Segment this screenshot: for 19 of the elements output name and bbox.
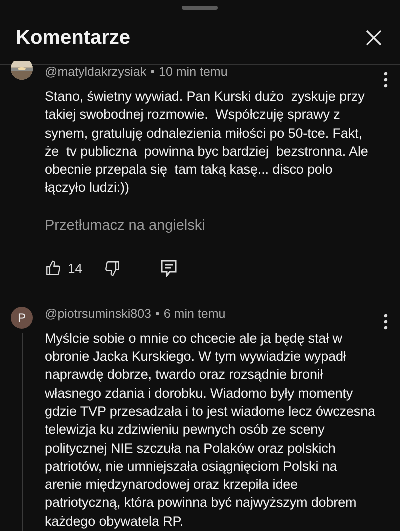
translate-link[interactable]: Przetłumacz na angielski <box>45 218 206 234</box>
comment-text: Myślcie sobie o mnie co chcecie ale ja będę stał w obronie Jacka Kurskiego. W tym wywiadzie wypadł naprawdę dobrze, twardo oraz rozsądnie bronił własnego zdania i dorobku. Wiadomo były momenty gdzie TVP przesadzała i to jest wiadome lecz ówczesna telewizja ku zdziwieniu pewnych osób ze sceny politycznej NIE szczuła na Polaków oraz polskich patriotów, nie umniejszała osiągnięciom Polski na arenie międzynarodowej oraz krzepiła idee patriotyczną, która powinna być najwyższym dobrem każdego obywatela RP. <box>45 330 376 531</box>
like-button[interactable]: 14 <box>45 260 82 277</box>
comment-time: 6 min temu <box>164 306 226 321</box>
more-menu-icon[interactable] <box>384 72 388 88</box>
more-menu-icon[interactable] <box>384 314 388 330</box>
avatar: P <box>11 306 33 329</box>
comment-author[interactable]: @piotrsuminski803 <box>45 306 152 321</box>
comment-time: 10 min temu <box>159 64 228 79</box>
dislike-button[interactable] <box>104 260 122 277</box>
drag-handle[interactable] <box>182 6 218 10</box>
comment-text: Stano, świetny wywiad. Pan Kurski dużo zyskuje przy takiej swobodnej rozmowie. Współczuję sprawy z synem, gratuluję odnalezienia miłości po 50-tce. Fakt, że tv publiczna powinna byc bardziej bezstronna. Ale obecnie przepala się tam taką kasę... disco polo łączyło ludzi:)) <box>45 88 370 198</box>
reply-button[interactable] <box>161 260 178 277</box>
separator-dot: • <box>150 64 155 79</box>
sheet-title: Komentarze <box>16 26 130 50</box>
separator-dot: • <box>155 306 160 321</box>
close-button[interactable] <box>364 28 384 48</box>
thumbs-up-icon <box>45 260 62 277</box>
comment-author[interactable]: @matyldakrzysiak <box>45 64 147 79</box>
